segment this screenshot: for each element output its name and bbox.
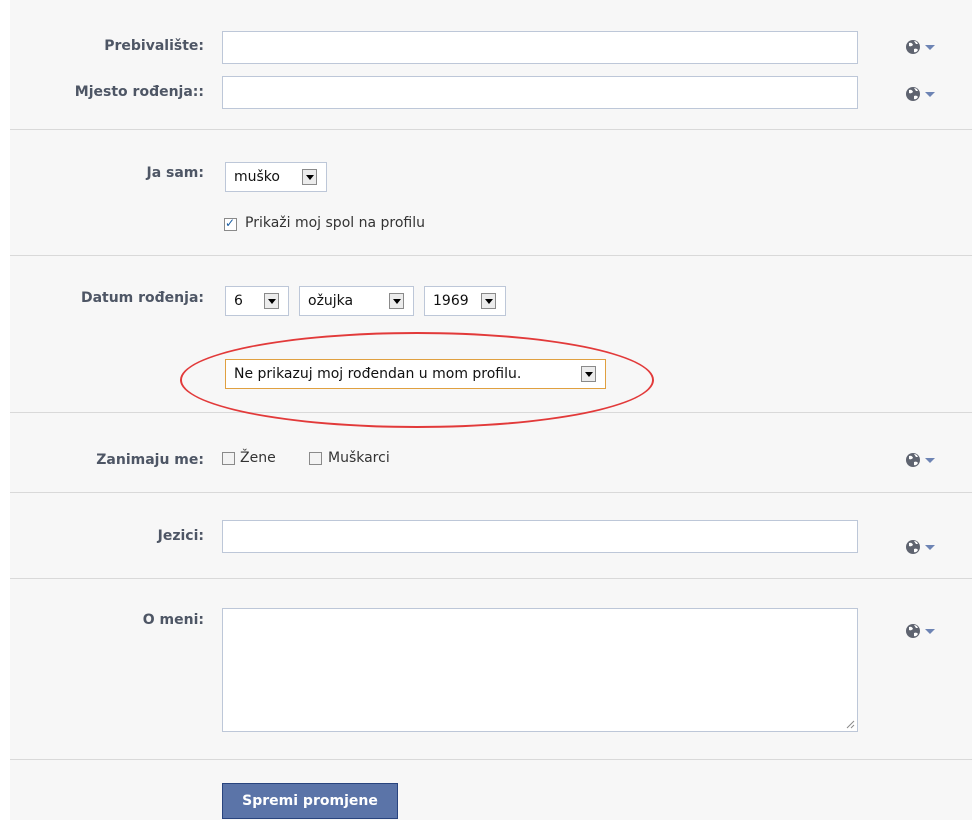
chevron-down-icon <box>581 366 596 382</box>
section-divider <box>10 412 972 413</box>
languages-label: Jezici: <box>157 528 204 544</box>
profile-edit-form: Prebivalište: Mjesto rođenja:: Ja sam: m… <box>0 0 972 820</box>
privacy-selector[interactable] <box>905 538 937 556</box>
globe-privacy-icon <box>906 624 935 638</box>
prebivaliste-input[interactable] <box>222 31 858 64</box>
interested-in-label: Zanimaju me: <box>96 452 204 468</box>
interested-women-checkbox[interactable] <box>222 452 235 465</box>
privacy-selector[interactable] <box>905 85 937 103</box>
interested-women-label: Žene <box>240 450 276 466</box>
languages-input[interactable] <box>222 520 858 553</box>
privacy-selector[interactable] <box>905 38 937 56</box>
globe-privacy-icon <box>906 40 935 54</box>
birthday-day-select[interactable]: 6 <box>225 286 289 316</box>
chevron-down-icon <box>264 293 279 309</box>
interested-men-label: Muškarci <box>328 450 390 466</box>
birthday-visibility-value: Ne prikazuj moj rođendan u mom profilu. <box>234 366 522 382</box>
section-divider <box>10 129 972 130</box>
gender-select-value: muško <box>234 169 280 185</box>
about-textarea[interactable] <box>222 608 858 732</box>
location-section <box>10 0 972 129</box>
resize-grip-icon[interactable] <box>846 720 855 729</box>
birthday-visibility-select[interactable]: Ne prikazuj moj rođendan u mom profilu. <box>225 359 606 389</box>
checkmark-icon: ✓ <box>225 216 236 230</box>
birthday-year-value: 1969 <box>433 293 469 309</box>
mjesto-rodenja-label: Mjesto rođenja:: <box>74 84 204 100</box>
chevron-down-icon <box>389 293 404 309</box>
birthday-month-value: ožujka <box>308 293 354 309</box>
show-gender-checkbox[interactable]: ✓ <box>224 216 237 231</box>
gender-select[interactable]: muško <box>225 162 327 192</box>
interested-men-checkbox[interactable] <box>309 452 322 465</box>
about-label: O meni: <box>142 612 204 628</box>
privacy-selector[interactable] <box>905 622 937 640</box>
section-divider <box>10 759 972 760</box>
save-changes-button[interactable]: Spremi promjene <box>222 783 398 819</box>
actions-section <box>10 760 972 820</box>
section-divider <box>10 492 972 493</box>
globe-privacy-icon <box>906 453 935 467</box>
birthday-label: Datum rođenja: <box>80 290 204 306</box>
gender-section <box>10 130 972 255</box>
birthday-year-select[interactable]: 1969 <box>424 286 506 316</box>
birthday-month-select[interactable]: ožujka <box>299 286 414 316</box>
birthday-day-value: 6 <box>234 293 243 309</box>
globe-privacy-icon <box>906 87 935 101</box>
chevron-down-icon <box>302 169 317 185</box>
section-divider <box>10 255 972 256</box>
show-gender-label: Prikaži moj spol na profilu <box>245 215 425 231</box>
chevron-down-icon <box>481 293 496 309</box>
privacy-selector[interactable] <box>905 451 937 469</box>
globe-privacy-icon <box>906 540 935 554</box>
section-divider <box>10 578 972 579</box>
gender-label: Ja sam: <box>146 165 205 181</box>
prebivaliste-label: Prebivalište: <box>104 38 204 54</box>
mjesto-rodenja-input[interactable] <box>222 76 858 109</box>
